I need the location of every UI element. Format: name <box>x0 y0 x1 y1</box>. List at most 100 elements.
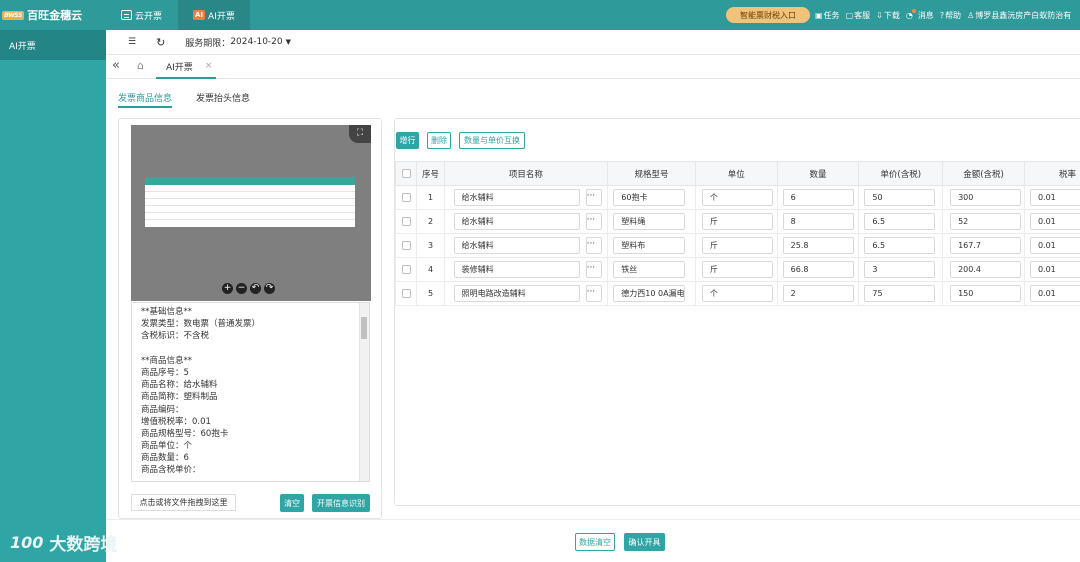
item-name-input[interactable]: 装修辅料 <box>453 261 580 278</box>
scrollbar-thumb[interactable] <box>361 317 367 339</box>
parsed-text-area[interactable]: **基础信息** 发票类型：数电票（普通发票） 含税标识：不含税 **商品信息** 商品… <box>131 302 370 482</box>
recognize-button[interactable]: 开票信息识别 <box>312 494 370 512</box>
home-icon[interactable]: ⌂ <box>137 59 144 72</box>
caret-down-icon[interactable]: ▼ <box>286 38 291 46</box>
col-header: 税率 <box>1023 161 1080 186</box>
app-logo[interactable]: BWSS 百旺金穗云 <box>0 0 106 30</box>
spec-input[interactable]: 铁丝 <box>613 261 686 278</box>
service-period-date[interactable]: 2024-10-20 <box>230 37 282 47</box>
unit-input[interactable]: 个 <box>701 285 773 302</box>
spec-input[interactable]: 塑料绳 <box>613 213 686 230</box>
add-row-button[interactable]: 增行 <box>396 132 419 149</box>
tax-rate-input[interactable]: 0.01 <box>1029 213 1080 230</box>
unit-input[interactable]: 斤 <box>701 213 773 230</box>
delete-button[interactable]: 删除 <box>427 132 451 149</box>
reset-data-button[interactable]: 数据清空 <box>575 533 615 551</box>
qty-cell: 66.8 <box>776 257 860 282</box>
checkbox[interactable] <box>401 265 411 274</box>
tax-rate-input[interactable]: 0.01 <box>1029 285 1080 302</box>
item-name-input[interactable]: 照明电路改造辅料 <box>453 285 580 302</box>
row-select[interactable] <box>394 209 418 234</box>
invoice-image-preview[interactable]: ⛶ + − ↶ ↷ <box>131 125 371 301</box>
checkbox[interactable] <box>401 289 411 298</box>
table-row: 4 装修辅料 ··· 铁丝斤 66.8 3 200.4 0.01 <box>394 257 1080 282</box>
swap-qty-price-button[interactable]: 数量与单价互换 <box>459 132 525 149</box>
fullscreen-icon[interactable]: ⛶ <box>349 125 371 143</box>
unit-input[interactable]: 斤 <box>701 237 773 254</box>
checkbox[interactable] <box>401 193 411 202</box>
quantity-input[interactable]: 8 <box>782 213 854 230</box>
upload-dropzone-button[interactable]: 点击或将文件拖拽到这里 <box>131 494 236 511</box>
amount-input[interactable]: 200.4 <box>950 261 1022 278</box>
user-menu[interactable]: ♙ 博罗县鑫沅房产白蚁防治有 <box>967 10 1071 21</box>
close-icon[interactable]: × <box>205 61 213 71</box>
collapse-icon[interactable]: « <box>112 58 120 73</box>
refresh-icon[interactable]: ↻ <box>156 36 165 49</box>
menu-toggle-icon[interactable]: ☰ <box>128 37 136 47</box>
top-tab-ai-invoice[interactable]: AI AI开票 <box>178 0 250 30</box>
service-link[interactable]: ▢ 客服 <box>846 10 871 21</box>
confirm-issue-button[interactable]: 确认开具 <box>624 533 665 551</box>
rotate-left-icon[interactable]: ↶ <box>250 283 261 294</box>
sidebar-item-ai-invoice[interactable]: AI开票 <box>0 30 106 60</box>
page-tab-ai-invoice[interactable]: AI开票 × <box>156 55 216 79</box>
tax-rate-input[interactable]: 0.01 <box>1029 189 1080 206</box>
unit-input[interactable]: 斤 <box>701 261 773 278</box>
more-options-icon[interactable]: ··· <box>585 237 602 254</box>
unit-input[interactable]: 个 <box>701 189 773 206</box>
tax-rate-input[interactable]: 0.01 <box>1029 237 1080 254</box>
name-cell: 装修辅料 ··· <box>443 257 609 282</box>
unit-price-input[interactable]: 6.5 <box>864 213 936 230</box>
zoom-out-icon[interactable]: − <box>236 283 247 294</box>
download-link[interactable]: ⇩ 下载 <box>876 10 900 21</box>
item-name-input[interactable]: 给水辅料 <box>453 213 580 230</box>
quantity-input[interactable]: 6 <box>782 189 854 206</box>
more-options-icon[interactable]: ··· <box>585 213 602 230</box>
amount-input[interactable]: 167.7 <box>950 237 1022 254</box>
spec-input[interactable]: 塑料布 <box>613 237 686 254</box>
unit-cell: 斤 <box>694 257 778 282</box>
rotate-right-icon[interactable]: ↷ <box>264 283 275 294</box>
task-link[interactable]: ▣ 任务 <box>815 10 840 21</box>
unit-price-input[interactable]: 50 <box>864 189 936 206</box>
quantity-input[interactable]: 2 <box>782 285 854 302</box>
checkbox[interactable] <box>401 217 411 226</box>
select-all[interactable] <box>394 161 418 186</box>
row-select[interactable] <box>394 281 418 306</box>
col-header: 单价(含税) <box>858 161 944 186</box>
amount-input[interactable]: 300 <box>950 189 1022 206</box>
amount-input[interactable]: 52 <box>950 213 1022 230</box>
help-link[interactable]: ? 帮助 <box>940 10 961 21</box>
quantity-input[interactable]: 25.8 <box>782 237 854 254</box>
amount-cell: 300 <box>942 185 1025 210</box>
more-options-icon[interactable]: ··· <box>585 285 602 302</box>
more-options-icon[interactable]: ··· <box>585 189 602 206</box>
item-name-input[interactable]: 给水辅料 <box>453 189 580 206</box>
unit-price-input[interactable]: 75 <box>864 285 936 302</box>
unit-price-input[interactable]: 3 <box>864 261 936 278</box>
checkbox[interactable] <box>401 168 411 178</box>
more-options-icon[interactable]: ··· <box>585 261 602 278</box>
tax-rate-input[interactable]: 0.01 <box>1029 261 1080 278</box>
message-link[interactable]: ◔ 消息 <box>906 9 934 21</box>
spec-input[interactable]: 60抱卡 <box>613 189 686 206</box>
tab-buyer-info[interactable]: 发票抬头信息 <box>196 85 250 108</box>
unit-price-input[interactable]: 6.5 <box>864 237 936 254</box>
top-tab-cloud-invoice[interactable]: 云开票 <box>106 0 178 30</box>
spec-input[interactable]: 德力西10 0A漏电 <box>613 285 686 302</box>
smart-portal-button[interactable]: 智能票财税入口 <box>726 7 810 23</box>
amount-input[interactable]: 150 <box>950 285 1022 302</box>
row-select[interactable] <box>394 185 418 210</box>
price-cell: 75 <box>858 281 944 306</box>
zoom-in-icon[interactable]: + <box>222 283 233 294</box>
row-select[interactable] <box>394 257 418 282</box>
scrollbar[interactable] <box>359 303 369 481</box>
qty-cell: 2 <box>776 281 860 306</box>
col-header: 金额(含税) <box>942 161 1025 186</box>
checkbox[interactable] <box>401 241 411 250</box>
item-name-input[interactable]: 给水辅料 <box>453 237 580 254</box>
tab-goods-info[interactable]: 发票商品信息 <box>118 85 173 108</box>
row-select[interactable] <box>394 233 418 258</box>
clear-button[interactable]: 清空 <box>280 494 304 512</box>
quantity-input[interactable]: 66.8 <box>782 261 854 278</box>
